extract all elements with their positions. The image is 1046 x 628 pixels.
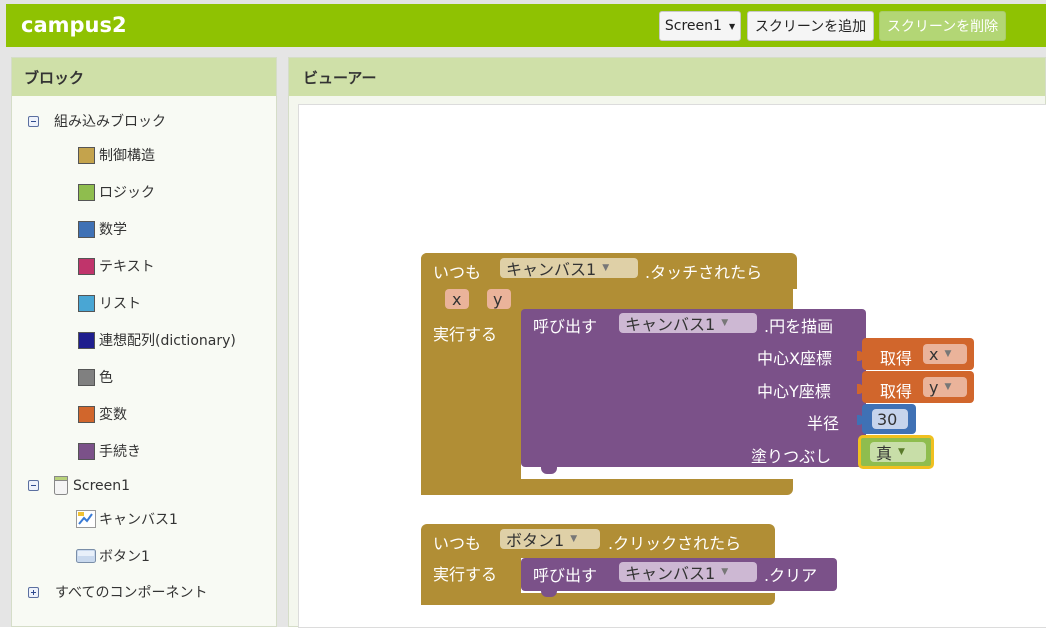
chevron-down-icon: ▼ xyxy=(944,382,952,392)
app-title: campus2 xyxy=(21,13,127,37)
event-component-dropdown[interactable]: キャンバス1 ▼ xyxy=(500,258,638,279)
color-swatch xyxy=(78,294,95,312)
color-swatch xyxy=(78,146,95,164)
component-label: ボタン1 xyxy=(99,549,150,565)
dropdown-label: x xyxy=(929,344,939,364)
category-variables[interactable]: 変数 xyxy=(78,404,127,424)
chevron-down-icon: ▼ xyxy=(570,534,578,544)
touched-event-footer xyxy=(421,479,793,495)
viewer-panel-header: ビューアー xyxy=(289,58,1045,96)
category-text[interactable]: テキスト xyxy=(78,256,155,276)
color-swatch xyxy=(78,257,95,275)
method-label: .円を描画 xyxy=(764,317,834,336)
arg-radius-label: 半径 xyxy=(807,414,840,433)
param-y[interactable]: y xyxy=(487,289,511,309)
tree-item-builtin[interactable]: 組み込みブロック xyxy=(28,111,166,131)
event-name-label: .クリックされたら xyxy=(608,534,742,553)
screen-select[interactable]: Screen1 ▼ xyxy=(659,11,741,41)
dropdown-label: y xyxy=(929,377,939,397)
component-button1[interactable]: ボタン1 xyxy=(76,546,150,566)
button-icon xyxy=(76,549,96,563)
color-swatch xyxy=(78,442,95,460)
collapse-toggle-icon[interactable] xyxy=(28,115,39,127)
category-control[interactable]: 制御構造 xyxy=(78,145,155,165)
viewer-panel: ビューアー いつも キャンバス1 ▼ .タッチされたら x y 実行する 呼び出… xyxy=(288,57,1046,628)
category-colors[interactable]: 色 xyxy=(78,367,113,387)
dropdown-label: キャンバス1 xyxy=(625,315,716,334)
category-procedures[interactable]: 手続き xyxy=(78,441,141,461)
screen-icon xyxy=(54,476,68,495)
component-label: キャンバス1 xyxy=(99,512,178,528)
method-label: .クリア xyxy=(764,566,818,585)
get-var-dropdown-y[interactable]: y ▼ xyxy=(923,377,967,397)
event-do-label: 実行する xyxy=(433,565,498,584)
param-x[interactable]: x xyxy=(445,289,469,309)
category-logic[interactable]: ロジック xyxy=(78,182,155,202)
canvas-icon xyxy=(76,510,96,528)
dropdown-label: キャンバス1 xyxy=(625,564,716,583)
color-swatch xyxy=(78,220,95,238)
category-lists[interactable]: リスト xyxy=(78,293,141,313)
category-label: テキスト xyxy=(99,259,155,275)
arg-center-x-label: 中心X座標 xyxy=(757,349,832,368)
chevron-down-icon: ▼ xyxy=(898,447,905,457)
category-label: リスト xyxy=(99,296,141,312)
category-label: 数学 xyxy=(99,222,127,238)
category-label: 連想配列(dictionary) xyxy=(99,333,236,349)
event-when-label: いつも xyxy=(433,263,482,282)
all-components-label: すべてのコンポーネント xyxy=(55,585,208,601)
component-canvas1[interactable]: キャンバス1 xyxy=(76,509,178,529)
get-var-dropdown-x[interactable]: x ▼ xyxy=(923,344,967,364)
category-label: 制御構造 xyxy=(99,148,155,164)
category-label: 色 xyxy=(99,370,113,386)
add-screen-button[interactable]: スクリーンを追加 xyxy=(747,11,874,41)
screen-label: Screen1 xyxy=(73,477,131,494)
dropdown-label: キャンバス1 xyxy=(506,260,597,279)
click-event-footer xyxy=(421,593,775,605)
chevron-down-icon: ▼ xyxy=(944,349,952,359)
collapse-toggle-icon[interactable] xyxy=(28,480,39,491)
arg-center-y-label: 中心Y座標 xyxy=(757,382,831,401)
category-math[interactable]: 数学 xyxy=(78,219,127,239)
color-swatch xyxy=(78,368,95,386)
chevron-down-icon: ▼ xyxy=(728,21,736,31)
tree-item-all-components[interactable]: すべてのコンポーネント xyxy=(28,582,207,602)
event-when-label: いつも xyxy=(433,534,482,553)
blocks-panel: ブロック 組み込みブロック 制御構造 ロジック 数学 テキスト リスト 連想配列… xyxy=(11,57,277,627)
builtin-label: 組み込みブロック xyxy=(54,114,166,130)
blocks-panel-header: ブロック xyxy=(12,58,276,96)
top-bar: campus2 Screen1 ▼ スクリーンを追加 スクリーンを削除 xyxy=(0,0,1046,47)
chevron-down-icon: ▼ xyxy=(721,318,729,328)
get-label: 取得 xyxy=(880,349,913,368)
dropdown-label: ボタン1 xyxy=(506,531,565,550)
category-label: 手続き xyxy=(99,444,141,460)
color-swatch xyxy=(78,331,95,349)
category-label: 変数 xyxy=(99,407,127,423)
tree-item-screen1[interactable]: Screen1 xyxy=(28,476,130,495)
block-notch xyxy=(541,467,557,474)
chevron-down-icon: ▼ xyxy=(721,567,729,577)
call-label: 呼び出す xyxy=(533,566,598,585)
screen-select-label: Screen1 xyxy=(664,18,722,34)
radius-number-field[interactable]: 30 xyxy=(872,409,908,429)
chevron-down-icon: ▼ xyxy=(602,263,610,273)
event-do-label: 実行する xyxy=(433,325,498,344)
call-label: 呼び出す xyxy=(533,317,598,336)
call-component-dropdown[interactable]: キャンバス1 ▼ xyxy=(619,313,757,334)
get-label: 取得 xyxy=(880,382,913,401)
event-component-dropdown[interactable]: ボタン1 ▼ xyxy=(500,529,600,550)
boolean-dropdown[interactable]: 真 ▼ xyxy=(870,442,926,463)
expand-toggle-icon[interactable] xyxy=(28,586,39,598)
category-dictionary[interactable]: 連想配列(dictionary) xyxy=(78,330,236,350)
remove-screen-button[interactable]: スクリーンを削除 xyxy=(879,11,1006,41)
blocks-workspace[interactable]: いつも キャンバス1 ▼ .タッチされたら x y 実行する 呼び出す キャンバ… xyxy=(298,104,1046,628)
dropdown-label: 真 xyxy=(876,444,893,463)
color-swatch xyxy=(78,405,95,423)
category-label: ロジック xyxy=(99,185,155,201)
color-swatch xyxy=(78,183,95,201)
event-name-label: .タッチされたら xyxy=(645,263,763,282)
call-component-dropdown[interactable]: キャンバス1 ▼ xyxy=(619,562,757,583)
arg-fill-label: 塗りつぶし xyxy=(751,447,832,466)
